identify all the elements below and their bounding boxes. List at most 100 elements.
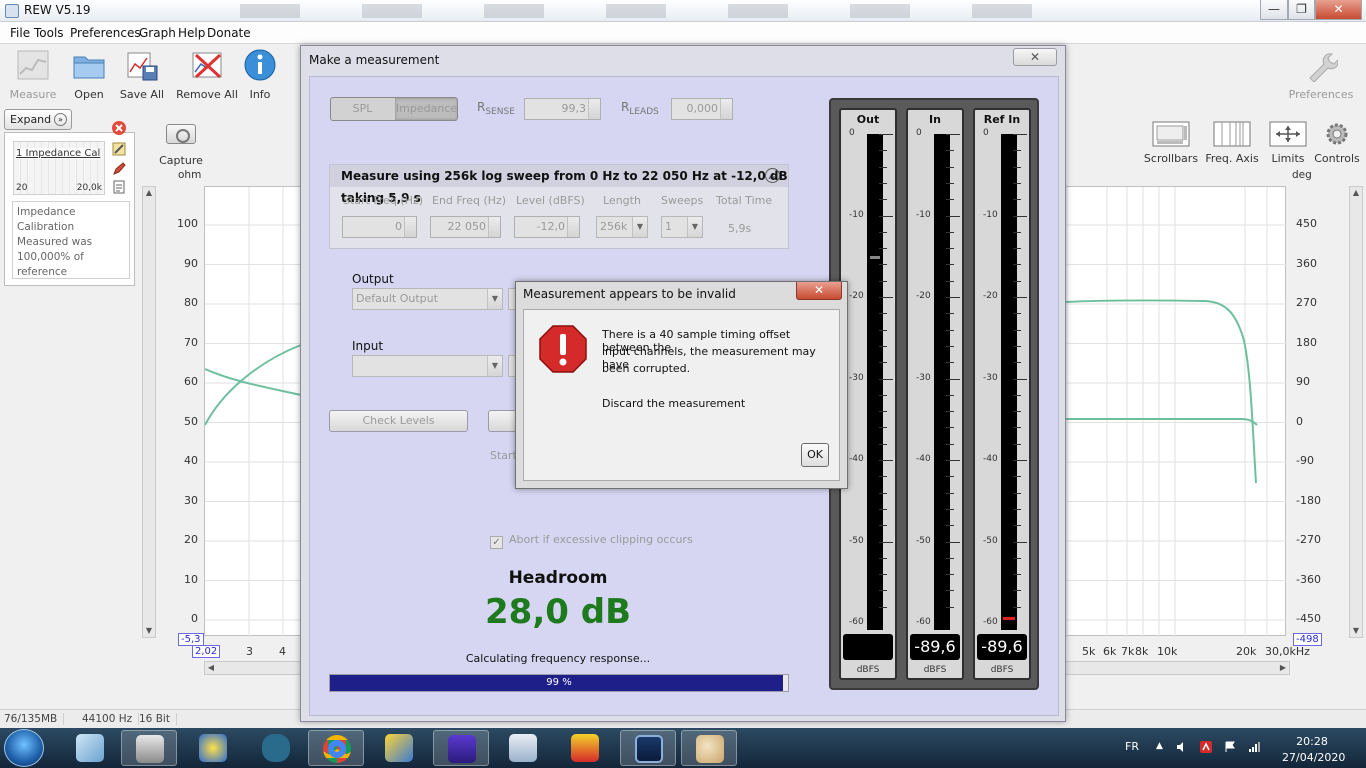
- scroll-up-icon[interactable]: ▲: [143, 187, 155, 199]
- meter-tick-mark: [879, 329, 887, 331]
- headroom-value: 28,0 dB: [485, 592, 631, 632]
- x-tick: 10k: [1157, 645, 1178, 658]
- input-label: Input: [352, 339, 384, 353]
- ok-button[interactable]: OK: [801, 443, 829, 467]
- scroll-down-icon[interactable]: ▼: [1350, 625, 1362, 637]
- level-input[interactable]: -12,0: [514, 216, 580, 238]
- calculation-status: Calculating frequency response...: [465, 652, 651, 665]
- tray-expand-icon[interactable]: ▲: [1156, 741, 1168, 753]
- chrome-app-icon: [323, 735, 351, 763]
- camera-icon: [166, 124, 196, 144]
- tray-language[interactable]: FR: [1125, 740, 1139, 753]
- alert-close-button[interactable]: ✕: [796, 282, 842, 300]
- x-tick: 6k: [1103, 645, 1117, 658]
- input-device-select[interactable]: ▼: [352, 355, 503, 377]
- ref-peak-readout: -89,6: [977, 634, 1027, 660]
- scroll-down-icon[interactable]: ▼: [143, 625, 155, 637]
- x-min-box[interactable]: 2,02: [192, 645, 221, 658]
- info-sheet-icon[interactable]: [111, 179, 127, 195]
- r-leads-input[interactable]: 0,000: [671, 98, 733, 120]
- window-title: REW V5.19: [24, 3, 91, 17]
- meter-tick-label: 0: [983, 128, 989, 138]
- abort-label: Abort if excessive clipping occurs: [509, 533, 693, 546]
- flag-icon[interactable]: [1224, 741, 1236, 753]
- scroll-left-icon[interactable]: ◀: [205, 662, 217, 674]
- memory-usage: 76/135MB: [4, 713, 65, 725]
- minimize-button[interactable]: —: [1260, 0, 1288, 20]
- scroll-up-icon[interactable]: ▲: [1350, 187, 1362, 199]
- pencil-icon[interactable]: [111, 161, 127, 177]
- taskbar-app-astro[interactable]: [185, 730, 241, 766]
- astro-app-icon: [199, 734, 227, 762]
- controls-button[interactable]: Controls: [1305, 120, 1366, 165]
- meter-tick-mark: [1013, 508, 1021, 510]
- measurement-close-button[interactable]: ✕: [1013, 48, 1057, 66]
- scroll-right-icon[interactable]: ▶: [1277, 662, 1289, 674]
- collapse-icon[interactable]: ︽: [765, 168, 780, 183]
- measurement-thumbnail[interactable]: 1 Impedance Cal 20 20,0k: [13, 141, 105, 195]
- taskbar-app-chrome[interactable]: [308, 730, 364, 766]
- r-sense-input[interactable]: 99,3: [524, 98, 601, 120]
- end-freq-input[interactable]: 22 050: [430, 216, 501, 238]
- meter-tick-mark: [946, 345, 954, 347]
- meter-tick-mark: [879, 574, 887, 576]
- preferences-button[interactable]: Preferences: [1288, 48, 1354, 104]
- maximize-button[interactable]: ❐: [1288, 0, 1315, 20]
- left-vertical-scrollbar[interactable]: ▲ ▼: [142, 186, 156, 638]
- y-tick-left: 10: [184, 572, 198, 586]
- mode-spl-button[interactable]: SPL: [331, 98, 394, 120]
- taskbar-app-notes[interactable]: [62, 730, 118, 766]
- close-button[interactable]: ✕: [1315, 0, 1362, 20]
- taskbar-app-monitor[interactable]: [620, 730, 676, 766]
- taskbar-app-gamepad[interactable]: [248, 730, 304, 766]
- clock-time: 20:28: [1296, 735, 1328, 748]
- start-freq-input[interactable]: 0: [342, 216, 417, 238]
- measurement-notes[interactable]: Impedance Calibration Measured was 100,0…: [12, 201, 130, 279]
- save-all-button[interactable]: Save All: [109, 48, 175, 104]
- menu-tools[interactable]: Tools: [34, 26, 64, 40]
- length-select[interactable]: 256k ▼: [596, 216, 648, 238]
- info-label: Info: [249, 88, 271, 101]
- check-levels-button[interactable]: Check Levels: [329, 410, 468, 432]
- abort-checkbox[interactable]: ✓: [490, 536, 503, 549]
- chevron-down-icon: ▼: [487, 356, 502, 376]
- volume-icon[interactable]: [1176, 741, 1188, 753]
- taskbar-app-super[interactable]: [557, 730, 613, 766]
- network-icon[interactable]: [1248, 741, 1260, 753]
- menu-donate[interactable]: Donate: [207, 26, 251, 40]
- alert-body: There is a 40 sample timing offset betwe…: [523, 309, 840, 481]
- controls-label: Controls: [1314, 152, 1360, 165]
- y-tick-right: 90: [1296, 375, 1310, 388]
- remove-measurement-icon[interactable]: [111, 120, 127, 136]
- antivirus-icon[interactable]: [1200, 741, 1212, 753]
- tray-clock[interactable]: 20:28 27/04/2020: [1282, 734, 1346, 766]
- right-vertical-scrollbar[interactable]: ▲ ▼: [1349, 186, 1363, 638]
- calibrate-button[interactable]: [488, 410, 518, 432]
- taskbar-app-paint[interactable]: [681, 730, 737, 766]
- scrollbars-button[interactable]: Scrollbars: [1139, 120, 1203, 165]
- meter-tick-mark: [946, 362, 954, 364]
- taskbar-app-xlauncher[interactable]: [371, 730, 427, 766]
- taskbar-app-tascam[interactable]: [121, 730, 177, 766]
- clock-date: 27/04/2020: [1282, 751, 1346, 764]
- sweeps-select[interactable]: 1 ▼: [661, 216, 703, 238]
- y-right-min-box[interactable]: -498: [1293, 633, 1322, 646]
- capture-button[interactable]: Capture: [158, 124, 204, 167]
- meter-tick-label: -50: [983, 535, 998, 546]
- freq-axis-button[interactable]: Freq. Axis: [1200, 120, 1264, 165]
- edit-notes-icon[interactable]: [111, 141, 127, 157]
- meter-tick-mark: [1013, 248, 1021, 250]
- expand-button[interactable]: Expand »: [4, 109, 72, 130]
- abort-clipping-option[interactable]: ✓ Abort if excessive clipping occurs: [490, 533, 693, 549]
- output-device-select[interactable]: Default Output ▼: [352, 288, 503, 310]
- menu-file[interactable]: File: [10, 26, 30, 40]
- menu-help[interactable]: Help: [178, 26, 205, 40]
- taskbar-app-calculator[interactable]: [495, 730, 551, 766]
- taskbar-app-rew[interactable]: [433, 730, 489, 766]
- menu-preferences[interactable]: Preferences: [70, 26, 141, 40]
- meter-tick-mark: [946, 443, 954, 445]
- mode-impedance-button[interactable]: Impedance: [395, 98, 457, 120]
- info-button[interactable]: Info: [227, 48, 293, 104]
- start-button[interactable]: [4, 729, 44, 767]
- menu-graph[interactable]: Graph: [139, 26, 176, 40]
